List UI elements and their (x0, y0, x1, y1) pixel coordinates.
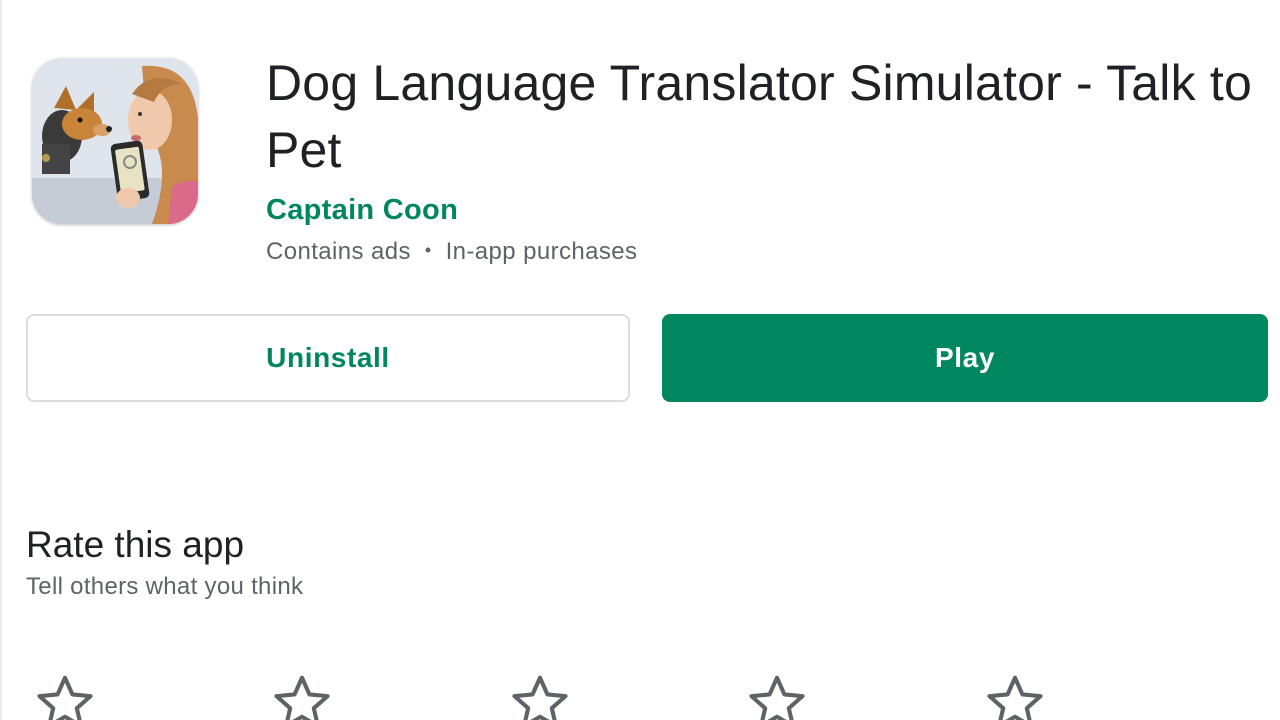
play-button[interactable]: Play (662, 314, 1268, 402)
app-title: Dog Language Translator Simulator - Talk… (266, 55, 1252, 178)
uninstall-button[interactable]: Uninstall (26, 314, 630, 402)
contains-ads-label: Contains ads (266, 238, 411, 265)
app-meta: Contains ads • In-app purchases (266, 236, 637, 269)
rate-section-title: Rate this app (26, 524, 245, 565)
meta-separator: • (424, 240, 432, 260)
star-4-icon[interactable] (744, 670, 810, 720)
app-icon (32, 58, 198, 224)
developer-link[interactable]: Captain Coon (266, 192, 458, 228)
star-5-icon[interactable] (982, 670, 1048, 720)
rate-section-subtitle: Tell others what you think (26, 573, 304, 600)
in-app-purchases-label: In-app purchases (445, 238, 638, 265)
left-edge-divider (0, 0, 2, 720)
star-3-icon[interactable] (507, 670, 573, 720)
star-2-icon[interactable] (269, 670, 335, 720)
star-1-icon[interactable] (32, 670, 98, 720)
app-details-page: Dog Language Translator Simulator - Talk… (0, 0, 1280, 720)
